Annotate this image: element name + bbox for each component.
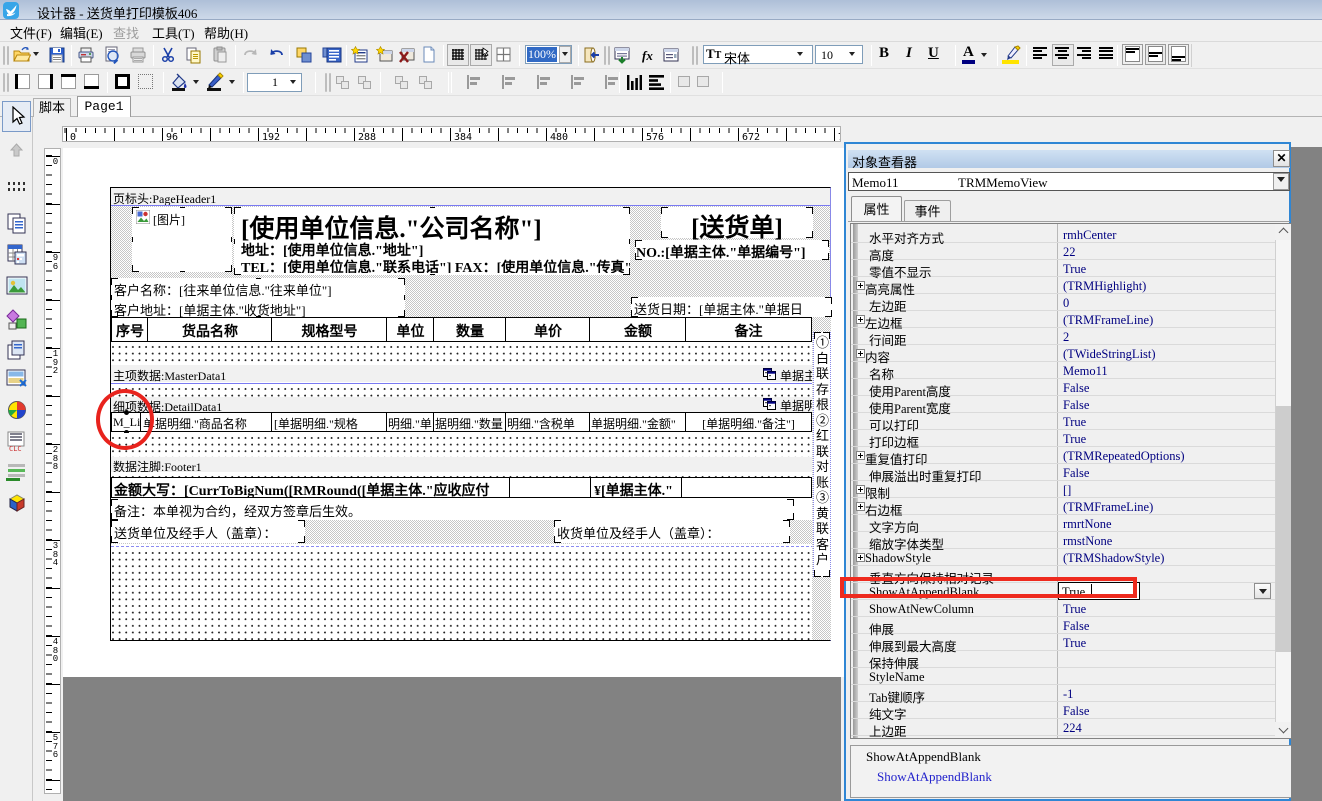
svg-text:fx: fx	[642, 48, 653, 63]
svg-text:CLC: CLC	[9, 445, 22, 452]
